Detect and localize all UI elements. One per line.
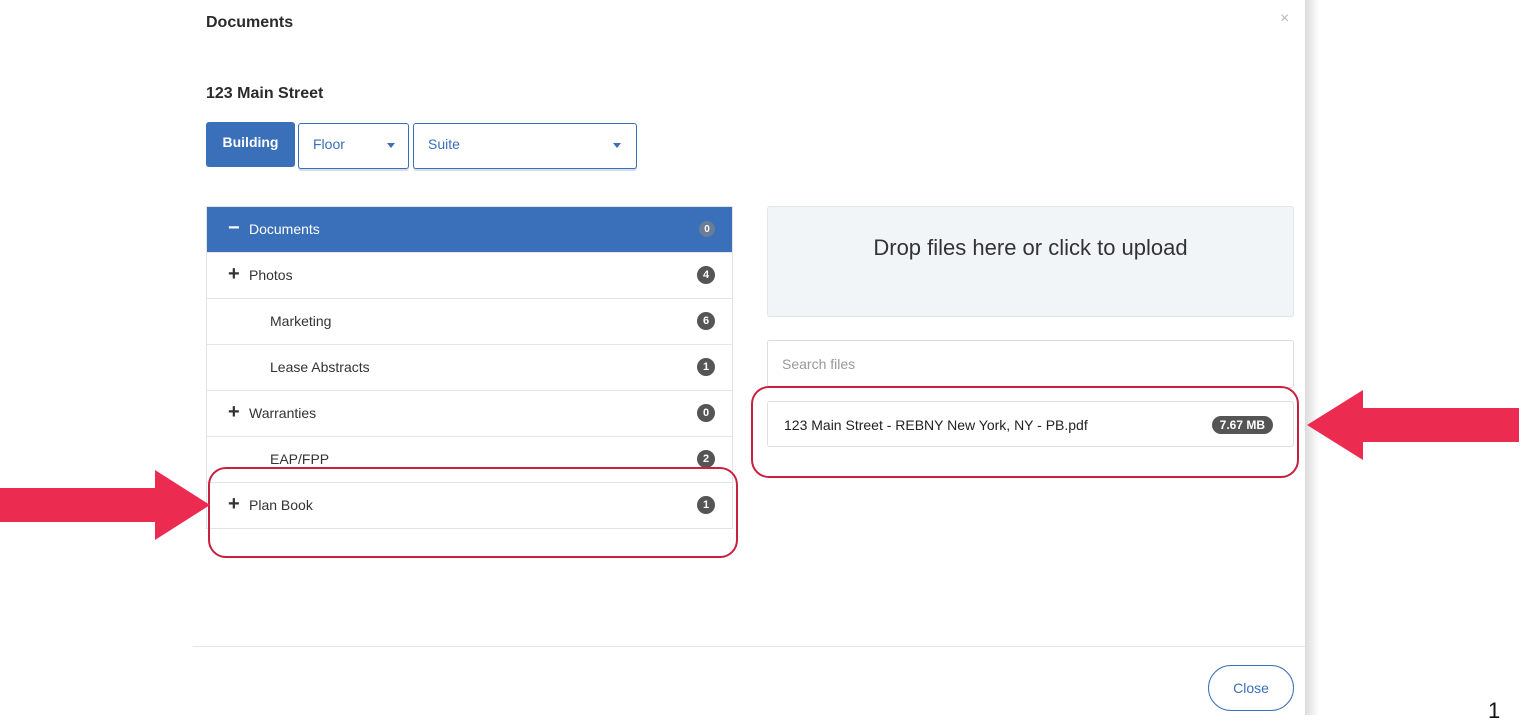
tree-item-marketing[interactable]: Marketing 6: [207, 298, 732, 344]
floor-dropdown[interactable]: Floor: [298, 123, 409, 169]
tree-item-photos[interactable]: + Photos 4: [207, 252, 732, 298]
arrow-left-icon: [1307, 390, 1519, 460]
close-icon[interactable]: ×: [1280, 10, 1289, 28]
chevron-down-icon: [387, 143, 395, 148]
tree-item-lease-abstracts[interactable]: Lease Abstracts 1: [207, 344, 732, 390]
arrow-right-icon: [0, 470, 210, 540]
count-badge: 1: [697, 358, 715, 376]
dropzone-text: Drop files here or click to upload: [873, 235, 1188, 260]
callout-highlight-plan-book: [208, 467, 738, 558]
tree-item-label: Documents: [249, 221, 320, 237]
collapse-icon[interactable]: −: [228, 218, 240, 238]
tree-item-label: Lease Abstracts: [270, 359, 370, 375]
tree-item-label: Warranties: [249, 405, 317, 421]
suite-dropdown[interactable]: Suite: [413, 123, 637, 169]
close-button[interactable]: Close: [1208, 665, 1294, 711]
modal-title: Documents: [206, 14, 294, 31]
page-number: 1: [1488, 698, 1501, 723]
tree-item-label: Marketing: [270, 313, 332, 329]
upload-dropzone[interactable]: Drop files here or click to upload: [767, 206, 1294, 317]
count-badge: 0: [697, 404, 715, 422]
tree-item-label: Photos: [249, 267, 293, 283]
expand-icon[interactable]: +: [228, 402, 240, 422]
building-button[interactable]: Building: [206, 122, 295, 167]
count-badge: 4: [697, 266, 715, 284]
documents-modal: Documents × 123 Main Street Building Flo…: [0, 0, 1305, 715]
floor-dropdown-label: Floor: [313, 136, 345, 152]
footer-divider: [193, 646, 1305, 647]
expand-icon[interactable]: +: [228, 264, 240, 284]
suite-dropdown-label: Suite: [428, 136, 460, 152]
modal-shadow: [1305, 0, 1319, 715]
search-files-input[interactable]: [767, 340, 1294, 388]
count-badge: 2: [697, 450, 715, 468]
tree-item-label: EAP/FPP: [270, 451, 330, 467]
tree-item-documents[interactable]: − Documents 0: [207, 207, 732, 252]
callout-highlight-file: [751, 386, 1299, 478]
tree-item-warranties[interactable]: + Warranties 0: [207, 390, 732, 436]
count-badge: 0: [699, 221, 715, 237]
count-badge: 6: [697, 312, 715, 330]
building-name: 123 Main Street: [206, 85, 324, 102]
chevron-down-icon: [613, 143, 621, 148]
